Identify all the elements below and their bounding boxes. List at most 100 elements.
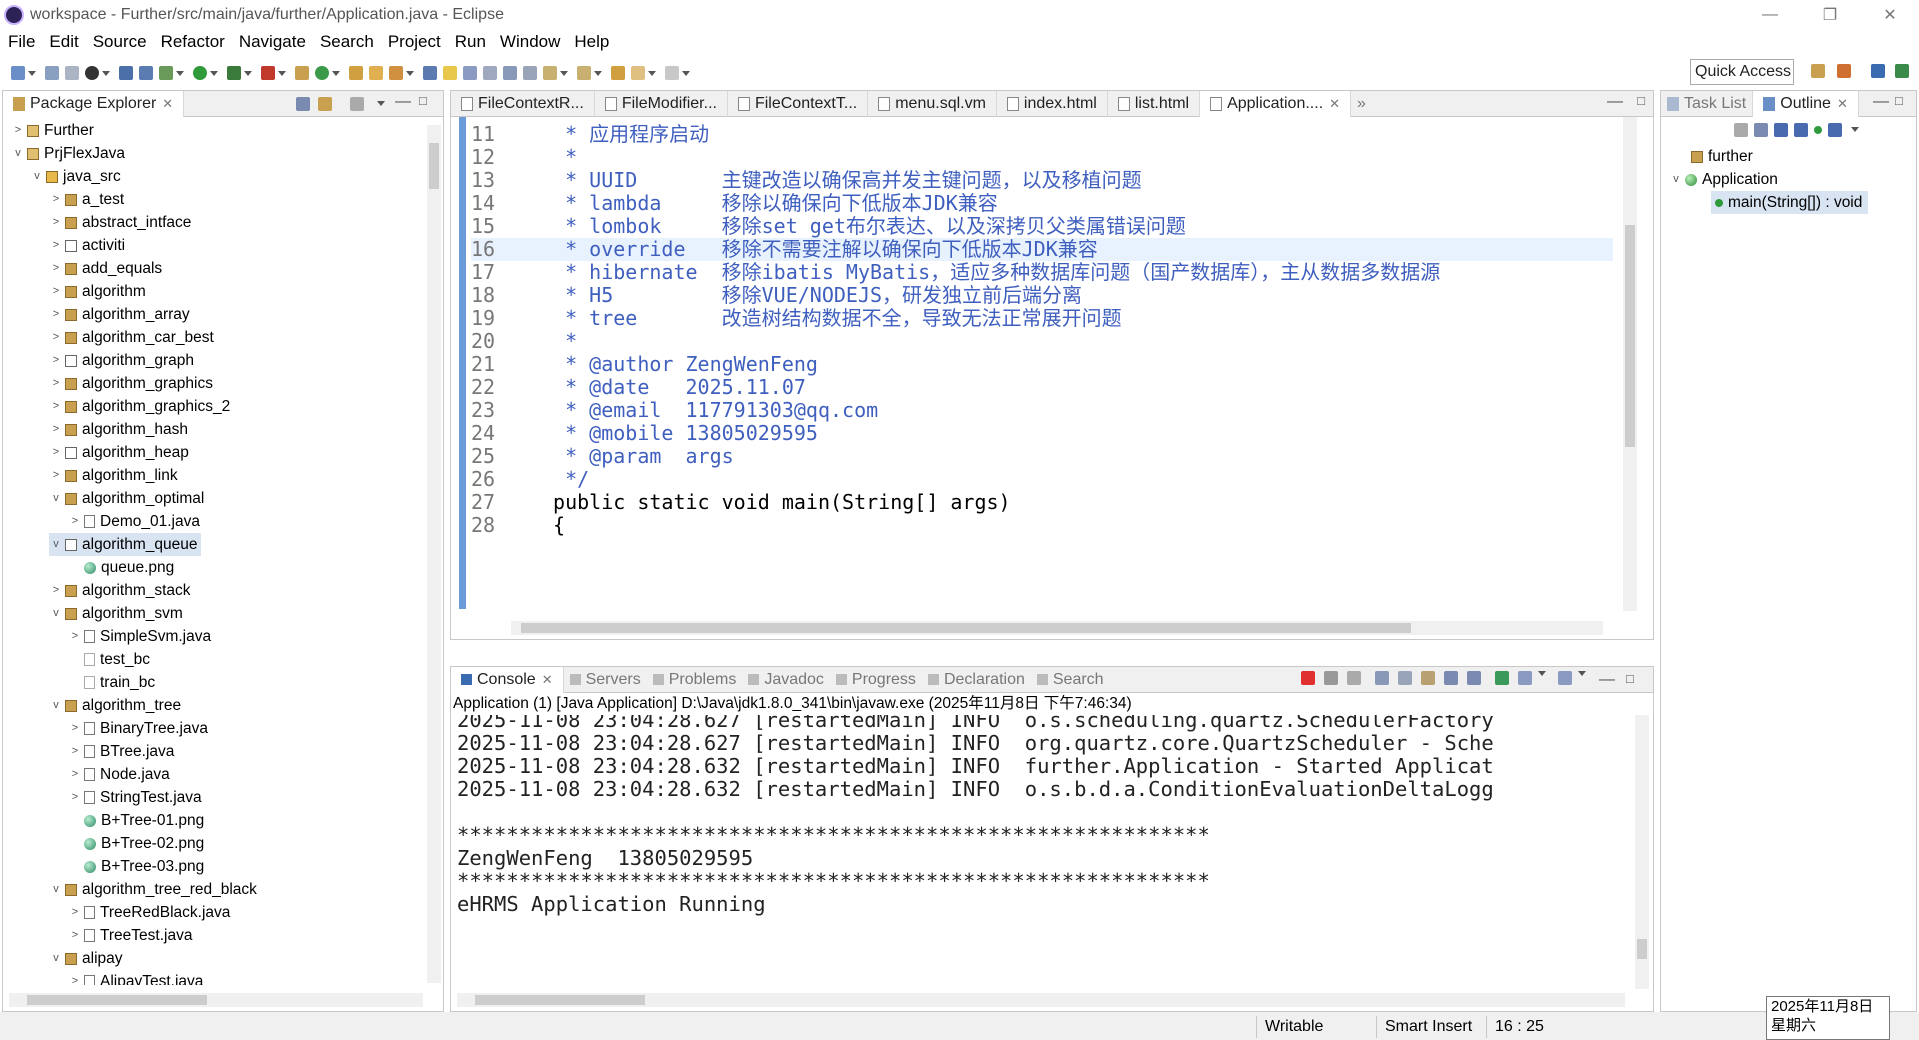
new-package-icon[interactable]: [295, 66, 309, 80]
tree-item[interactable]: v java_src: [30, 165, 120, 188]
new-icon[interactable]: [11, 66, 25, 80]
chevron-down-icon[interactable]: v: [49, 602, 63, 625]
java-perspective-icon[interactable]: [1871, 64, 1885, 78]
close-icon[interactable]: ✕: [1837, 96, 1848, 112]
next-annotation-icon[interactable]: [543, 66, 557, 80]
menu-search[interactable]: Search: [320, 32, 374, 52]
tree-item[interactable]: > add_equals: [49, 257, 162, 280]
close-icon[interactable]: ✕: [542, 672, 553, 688]
tree-item[interactable]: > algorithm_graph: [49, 349, 194, 372]
chevron-right-icon[interactable]: >: [68, 740, 82, 763]
tree-item[interactable]: > algorithm_car_best: [49, 326, 214, 349]
tree-item[interactable]: > abstract_intface: [49, 211, 192, 234]
chevron-right-icon[interactable]: >: [68, 786, 82, 809]
editor-tab[interactable]: menu.sql.vm: [868, 90, 997, 117]
menu-file[interactable]: File: [8, 32, 35, 52]
search-icon[interactable]: [389, 66, 403, 80]
outline-item[interactable]: further: [1689, 145, 1753, 168]
chevron-right-icon[interactable]: >: [68, 901, 82, 924]
chevron-right-icon[interactable]: >: [49, 257, 63, 280]
scroll-lock-icon[interactable]: [1398, 671, 1412, 685]
chevron-down-icon[interactable]: [244, 70, 252, 76]
minimize-view-icon[interactable]: —: [395, 93, 411, 111]
chevron-right-icon[interactable]: >: [68, 510, 82, 533]
hide-static-icon[interactable]: [1794, 123, 1808, 137]
clear-console-icon[interactable]: [1375, 671, 1389, 685]
console-tab[interactable]: Problems: [647, 667, 743, 693]
editor-tab[interactable]: index.html: [997, 90, 1108, 117]
tree-item[interactable]: v PrjFlexJava: [11, 142, 125, 165]
maximize-view-icon[interactable]: □: [1637, 93, 1645, 108]
chevron-down-icon[interactable]: [648, 70, 656, 76]
horizontal-scrollbar[interactable]: [9, 993, 423, 1007]
console-tab[interactable]: Search: [1031, 667, 1110, 693]
maximize-view-icon[interactable]: □: [1626, 671, 1634, 689]
prev-annotation-icon[interactable]: [577, 66, 591, 80]
terminal-icon[interactable]: [119, 66, 133, 80]
back-icon[interactable]: [631, 66, 645, 80]
chevron-down-icon[interactable]: [28, 70, 36, 76]
chevron-right-icon[interactable]: >: [68, 763, 82, 786]
chevron-down-icon[interactable]: [560, 70, 568, 76]
chevron-down-icon[interactable]: [102, 70, 110, 76]
tree-item[interactable]: B+Tree-02.png: [68, 832, 204, 855]
tree-item[interactable]: v algorithm_tree_red_black: [49, 878, 257, 901]
show-on-stderr-icon[interactable]: [1467, 671, 1481, 685]
console-tab[interactable]: Console ✕: [451, 666, 564, 693]
chevron-down-icon[interactable]: v: [49, 694, 63, 717]
editor-tab[interactable]: FileContextT...: [728, 90, 869, 117]
tree-item[interactable]: test_bc: [68, 648, 150, 671]
collapse-all-icon[interactable]: [296, 97, 310, 111]
hide-nonpublic-icon[interactable]: [1814, 126, 1822, 134]
open-console-icon[interactable]: [1558, 671, 1572, 685]
tab-task-list[interactable]: Task List: [1661, 91, 1752, 117]
debug-run-icon[interactable]: [159, 66, 173, 80]
chevron-down-icon[interactable]: [210, 70, 218, 76]
close-icon[interactable]: ✕: [162, 96, 173, 112]
editor-tab[interactable]: Application.... ✕: [1200, 90, 1352, 117]
console-output[interactable]: Application (1) [Java Application] D:\Ja…: [451, 693, 1653, 1011]
chevron-down-icon[interactable]: v: [11, 142, 25, 165]
chevron-right-icon[interactable]: >: [49, 234, 63, 257]
chevron-down-icon[interactable]: v: [30, 165, 44, 188]
minimize-button[interactable]: —: [1740, 0, 1800, 30]
tree-item[interactable]: > algorithm_stack: [49, 579, 191, 602]
tree-item[interactable]: > BinaryTree.java: [68, 717, 208, 740]
chevron-right-icon[interactable]: >: [68, 625, 82, 648]
scrollbar-thumb[interactable]: [27, 995, 207, 1005]
console-tab[interactable]: Progress: [830, 667, 922, 693]
scrollbar-thumb[interactable]: [1625, 225, 1635, 447]
chevron-down-icon[interactable]: v: [1669, 168, 1683, 191]
display-console-icon[interactable]: [1518, 671, 1532, 685]
chevron-down-icon[interactable]: [332, 70, 340, 76]
pin-console-icon[interactable]: [1495, 671, 1509, 685]
tree-item[interactable]: > Further: [11, 119, 94, 142]
chevron-right-icon[interactable]: >: [49, 418, 63, 441]
tree-item[interactable]: B+Tree-03.png: [68, 855, 204, 878]
tab-package-explorer[interactable]: Package Explorer ✕: [3, 90, 185, 117]
chevron-right-icon[interactable]: >: [68, 970, 82, 985]
tree-item[interactable]: > algorithm_hash: [49, 418, 188, 441]
scrollbar-thumb[interactable]: [475, 995, 645, 1005]
tree-item[interactable]: > TreeRedBlack.java: [68, 901, 231, 924]
horizontal-scrollbar[interactable]: [457, 993, 1625, 1007]
scrollbar-thumb[interactable]: [521, 623, 1411, 633]
console-tab[interactable]: Declaration: [922, 667, 1031, 693]
close-icon[interactable]: ✕: [1329, 96, 1340, 112]
scrollbar-thumb[interactable]: [1637, 939, 1647, 959]
tree-item[interactable]: > TreeTest.java: [68, 924, 193, 947]
chevron-down-icon[interactable]: v: [49, 947, 63, 970]
tree-item[interactable]: v algorithm_tree: [49, 694, 181, 717]
menu-navigate[interactable]: Navigate: [239, 32, 306, 52]
vertical-scrollbar[interactable]: [1623, 117, 1637, 611]
menu-source[interactable]: Source: [93, 32, 147, 52]
hide-fields-icon[interactable]: [1774, 123, 1788, 137]
chevron-down-icon[interactable]: [278, 70, 286, 76]
pin-editor-icon[interactable]: [523, 66, 537, 80]
save-all-icon[interactable]: [65, 66, 79, 80]
tree-item[interactable]: > algorithm: [49, 280, 146, 303]
coverage-icon[interactable]: [227, 66, 241, 80]
remove-launch-icon[interactable]: [1324, 671, 1338, 685]
open-task-icon[interactable]: [369, 66, 383, 80]
code-editor[interactable]: 11 * 应用程序启动 12 * 13 * UUID 主键改造以确保高并发主键问题，…: [451, 117, 1653, 639]
